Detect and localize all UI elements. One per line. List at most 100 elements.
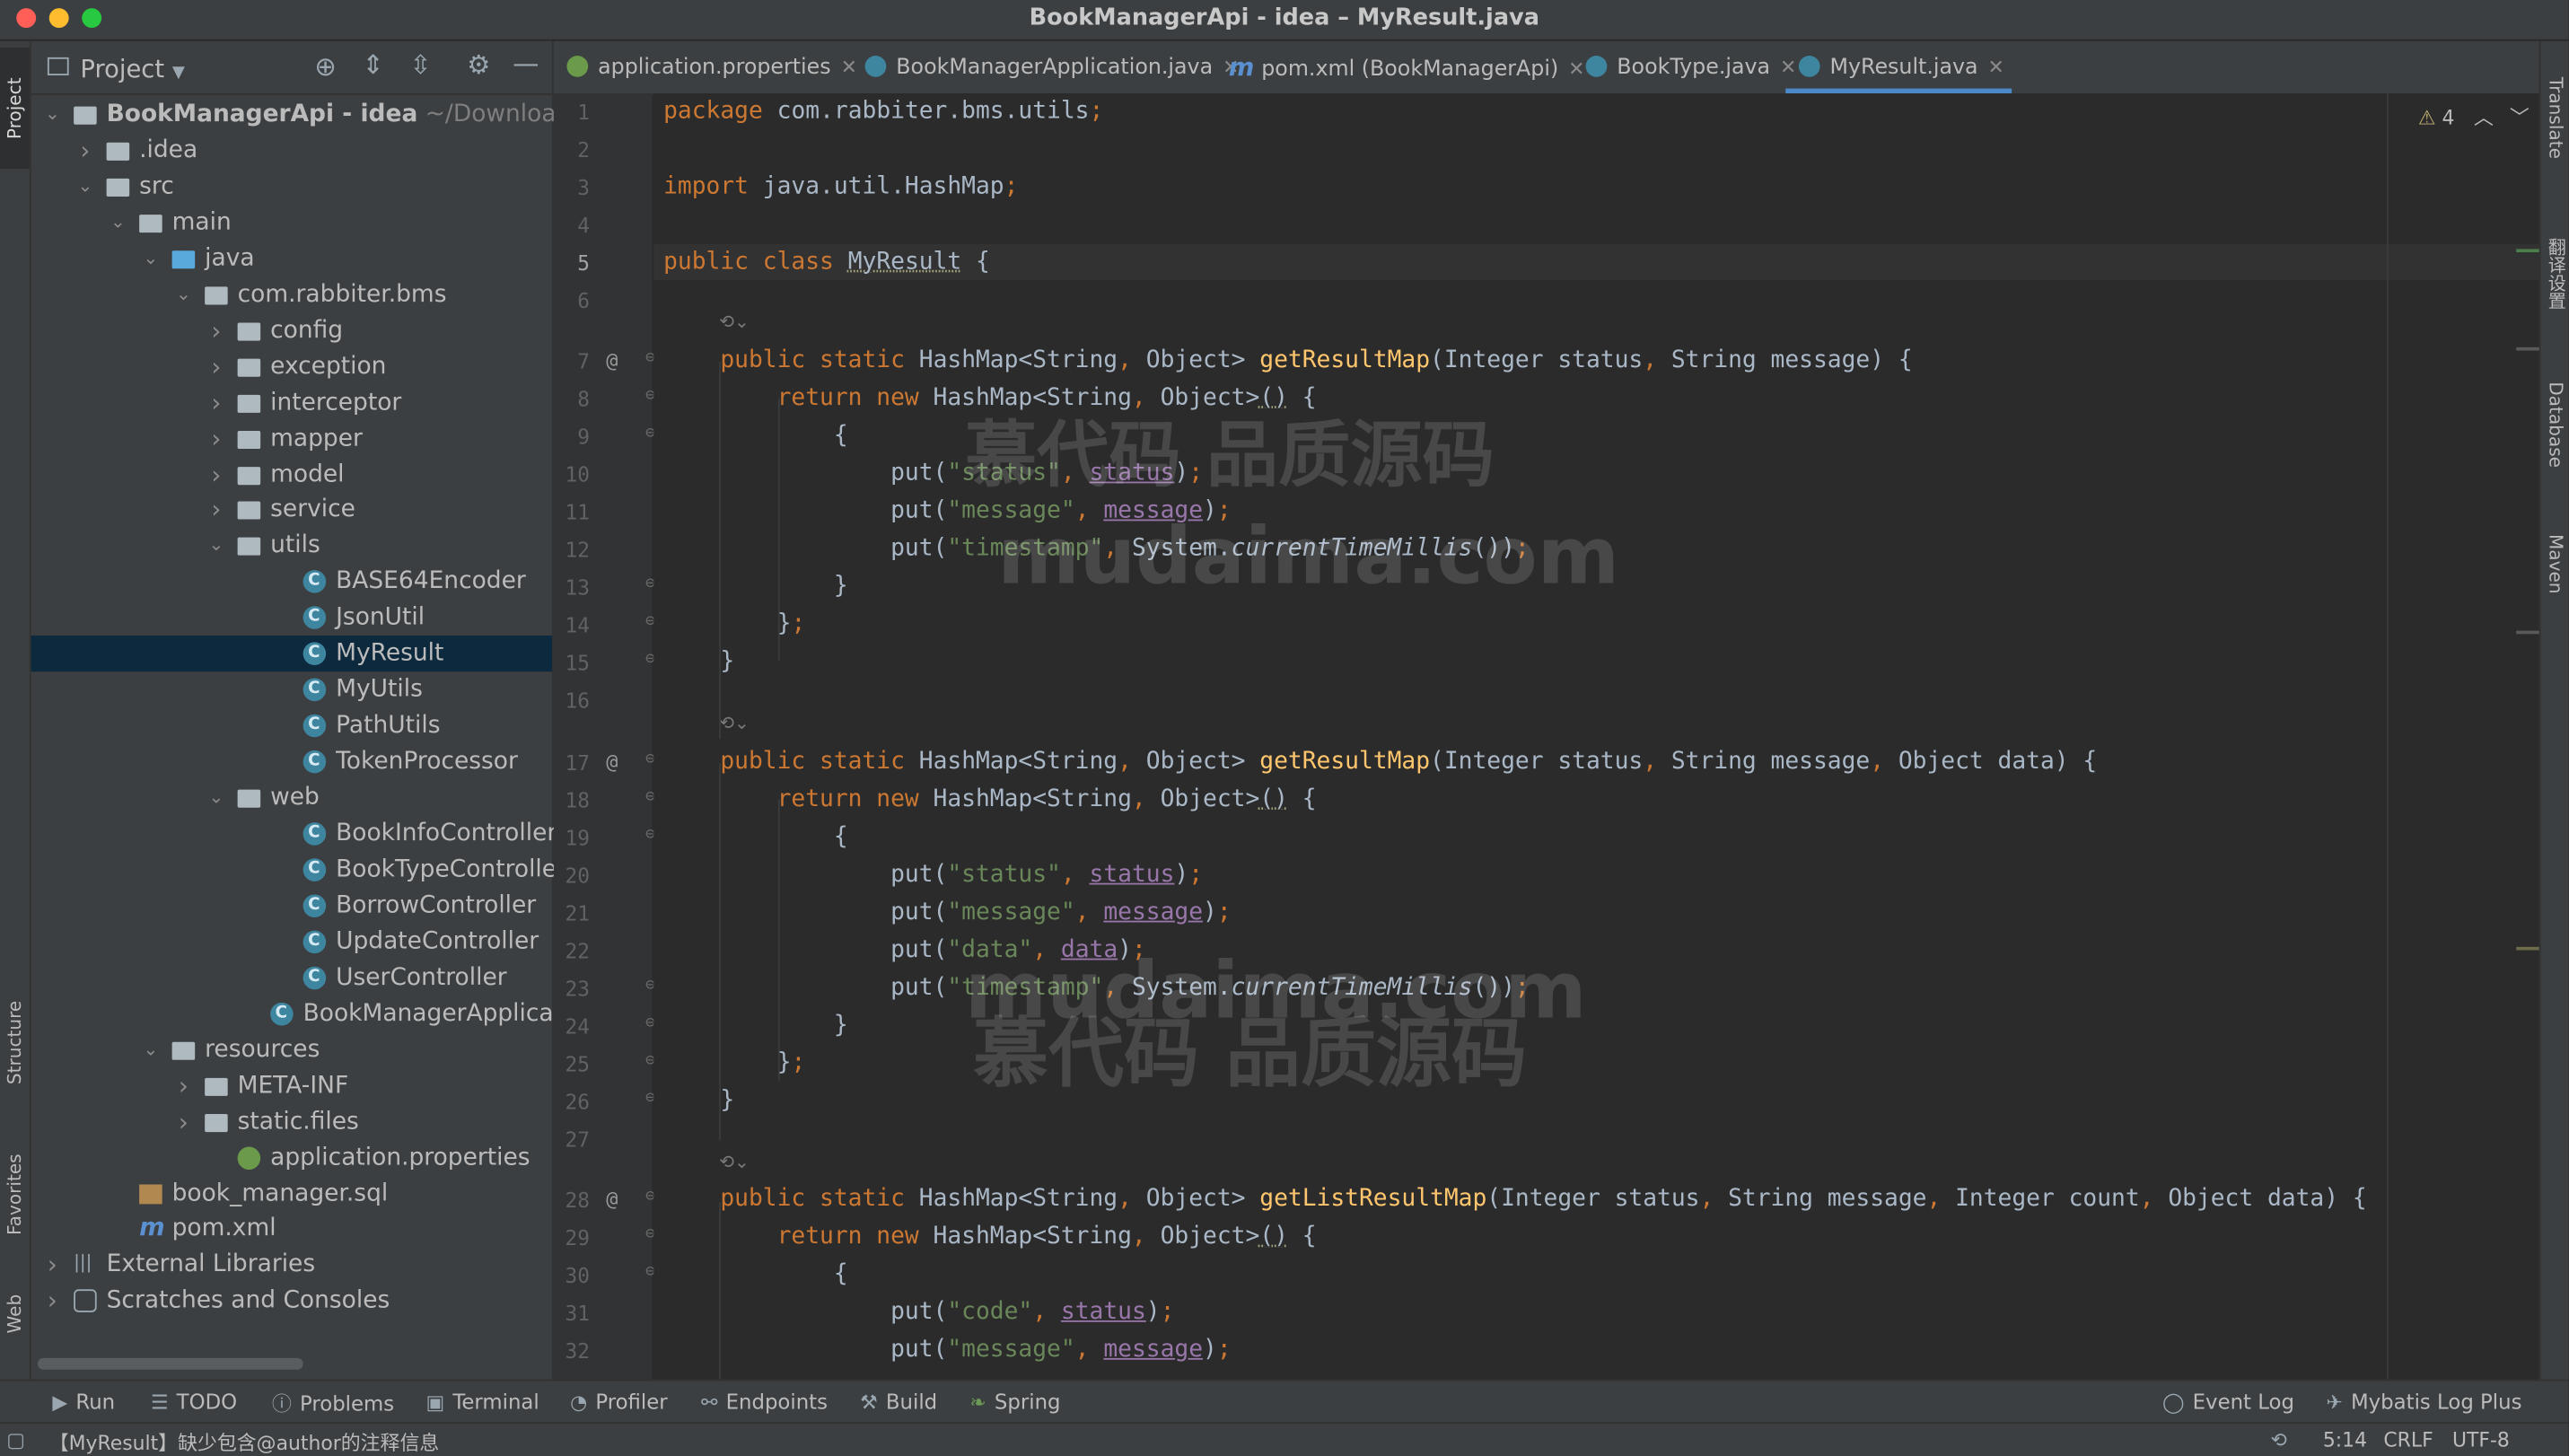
chevron-right-icon[interactable]: › xyxy=(77,133,93,169)
tool-tab-structure[interactable]: Structure xyxy=(0,975,30,1110)
tree-item[interactable]: › Scratches and Consoles xyxy=(31,1284,552,1320)
tool-tab-project[interactable]: Project xyxy=(0,47,30,169)
tree-item[interactable]: › exception xyxy=(31,348,552,384)
hide-panel-icon[interactable]: — xyxy=(513,48,539,79)
tool-tab-database[interactable]: Database xyxy=(2541,362,2569,487)
tree-item[interactable]: › config xyxy=(31,312,552,348)
tree-item[interactable]: BASE64Encoder xyxy=(31,564,552,600)
profiler-tool-button[interactable]: ◔ Profiler xyxy=(570,1390,668,1414)
tree-item[interactable]: ⌄ main xyxy=(31,205,552,241)
tree-item[interactable]: PathUtils xyxy=(31,708,552,744)
code-editor[interactable]: ⚠ 4 ︿ ﹀ package com.rabbiter.bms.utils; i… xyxy=(653,93,2539,1380)
problems-tool-button[interactable]: ⓘ Problems xyxy=(272,1390,394,1417)
tree-item[interactable]: › static.files xyxy=(31,1103,552,1139)
tree-item[interactable]: MyResult xyxy=(31,636,553,672)
tree-item[interactable]: BookTypeController xyxy=(31,852,566,888)
locate-file-icon[interactable]: ⊕ xyxy=(314,51,336,83)
mybatis-log-tool-button[interactable]: ✈ Mybatis Log Plus xyxy=(2327,1390,2522,1414)
tree-item[interactable]: MyUtils xyxy=(31,672,552,708)
tool-tab-favorites[interactable]: Favorites xyxy=(0,1128,30,1259)
cursor-position[interactable]: 5:14 xyxy=(2323,1428,2367,1452)
tree-item[interactable]: UpdateController xyxy=(31,924,552,960)
override-marker-icon[interactable]: @ xyxy=(606,348,618,372)
todo-tool-button[interactable]: ☰ TODO xyxy=(151,1390,237,1414)
close-icon[interactable]: ✕ xyxy=(1988,56,2004,79)
file-encoding[interactable]: UTF-8 xyxy=(2452,1428,2510,1452)
tree-item[interactable]: ⌄ web xyxy=(31,780,552,816)
tree-item[interactable]: › .idea xyxy=(31,133,552,169)
chevron-down-icon[interactable]: ⌄ xyxy=(143,241,159,276)
chevron-right-icon[interactable]: › xyxy=(208,492,224,528)
tab-booktype-java[interactable]: BookType.java ✕ xyxy=(1585,41,1803,93)
tab-myresult-java[interactable]: MyResult.java ✕ xyxy=(1785,41,2012,94)
chevron-right-icon[interactable]: › xyxy=(208,456,224,492)
spring-tool-button[interactable]: ❧ Spring xyxy=(969,1390,1060,1414)
chevron-down-icon[interactable]: ⌄ xyxy=(143,1031,159,1067)
tree-item[interactable]: TokenProcessor xyxy=(31,744,552,780)
chevron-up-icon[interactable]: ︿ xyxy=(2474,107,2494,130)
expand-all-icon[interactable]: ⇕ xyxy=(362,49,383,81)
tree-item[interactable]: ⌄ BookManagerApi - idea ~/Downloads/i xyxy=(31,97,598,133)
chevron-down-icon[interactable]: ⌄ xyxy=(110,205,126,241)
chevron-right-icon[interactable]: › xyxy=(208,384,224,420)
tree-item[interactable]: ⌄ java xyxy=(31,241,552,276)
gear-icon[interactable]: ⚙ xyxy=(467,49,490,81)
chevron-right-icon[interactable]: › xyxy=(175,1067,191,1103)
tab-application-properties[interactable]: application.properties ✕ xyxy=(566,41,864,93)
tree-item[interactable]: ⌄ resources xyxy=(31,1031,552,1067)
chevron-down-icon[interactable]: ⌄ xyxy=(208,528,224,564)
inspection-widget[interactable]: ⚠ 4 ︿ ﹀ xyxy=(2418,103,2530,131)
chevron-down-icon[interactable]: ⌄ xyxy=(175,276,191,312)
tool-tab-maven[interactable]: Maven xyxy=(2541,513,2569,614)
tool-tab-web[interactable]: Web xyxy=(0,1276,30,1352)
chevron-right-icon[interactable]: › xyxy=(208,420,224,456)
tree-item[interactable]: application.properties xyxy=(31,1139,552,1175)
line-separator[interactable]: CRLF xyxy=(2383,1428,2433,1452)
chevron-right-icon[interactable]: › xyxy=(44,1284,60,1320)
tree-item[interactable]: ⌄ src xyxy=(31,169,552,205)
tree-item[interactable]: › mapper xyxy=(31,420,552,456)
tree-item[interactable]: › META-INF xyxy=(31,1067,552,1103)
chevron-down-icon[interactable]: ⌄ xyxy=(208,780,224,816)
project-view-selector[interactable]: Project ▼ xyxy=(80,54,184,83)
chevron-down-icon[interactable]: ﹀ xyxy=(2510,107,2530,130)
close-icon[interactable]: ✕ xyxy=(841,56,857,79)
tool-tab-fanyi[interactable]: 翻译设置 xyxy=(2541,205,2569,342)
chevron-right-icon[interactable]: › xyxy=(208,348,224,384)
tab-bookmanagerapplication-java[interactable]: BookManagerApplication.java ✕ xyxy=(864,41,1246,93)
run-tool-button[interactable]: ▶ Run xyxy=(52,1390,115,1414)
tree-item[interactable]: ⌄ com.rabbiter.bms xyxy=(31,276,552,312)
project-tree-scrollbar[interactable] xyxy=(37,1357,303,1370)
tree-item[interactable]: UserController xyxy=(31,960,552,996)
tree-item[interactable]: BookInfoController xyxy=(31,816,557,852)
override-marker-icon[interactable]: @ xyxy=(606,750,618,773)
inlay-hint-icon[interactable]: ⟲⌄ xyxy=(719,311,750,333)
tree-item[interactable]: ⌄ utils xyxy=(31,528,552,564)
tree-item[interactable]: BookManagerApplication xyxy=(31,996,599,1031)
override-marker-icon[interactable]: @ xyxy=(606,1188,618,1211)
tree-item[interactable]: › model xyxy=(31,456,552,492)
chevron-down-icon[interactable]: ⌄ xyxy=(44,97,60,133)
tree-item[interactable]: BorrowController xyxy=(31,888,552,924)
tab-pom-xml-bookmanagerapi[interactable]: m pom.xml (BookManagerApi) ✕ xyxy=(1229,41,1591,93)
tree-item[interactable]: › ||| External Libraries xyxy=(31,1248,552,1284)
panel-toggle-icon[interactable]: ▢ xyxy=(6,1428,25,1452)
collapse-all-icon[interactable]: ⇳ xyxy=(409,49,431,81)
inlay-hint-icon[interactable]: ⟲⌄ xyxy=(719,713,750,734)
endpoints-tool-button[interactable]: ⚯ Endpoints xyxy=(701,1390,828,1414)
event-log-tool-button[interactable]: ◯ Event Log xyxy=(2162,1390,2294,1414)
chevron-down-icon[interactable]: ⌄ xyxy=(77,169,93,205)
tree-item[interactable]: › interceptor xyxy=(31,384,552,420)
inlay-hint-icon[interactable]: ⟲⌄ xyxy=(719,1152,750,1173)
close-icon[interactable]: ✕ xyxy=(1568,57,1584,81)
terminal-tool-button[interactable]: ▣ Terminal xyxy=(426,1390,539,1414)
tree-item[interactable]: m pom.xml xyxy=(31,1211,552,1247)
tree-item[interactable]: book_manager.sql xyxy=(31,1175,552,1211)
build-tool-button[interactable]: ⚒ Build xyxy=(860,1390,937,1414)
tool-tab-translate[interactable]: Translate xyxy=(2541,54,2569,181)
chevron-right-icon[interactable]: › xyxy=(175,1103,191,1139)
vcs-icon[interactable]: ⟲ xyxy=(2270,1428,2286,1452)
chevron-right-icon[interactable]: › xyxy=(208,312,224,348)
chevron-right-icon[interactable]: › xyxy=(44,1248,60,1284)
tree-item[interactable]: › service xyxy=(31,492,552,528)
